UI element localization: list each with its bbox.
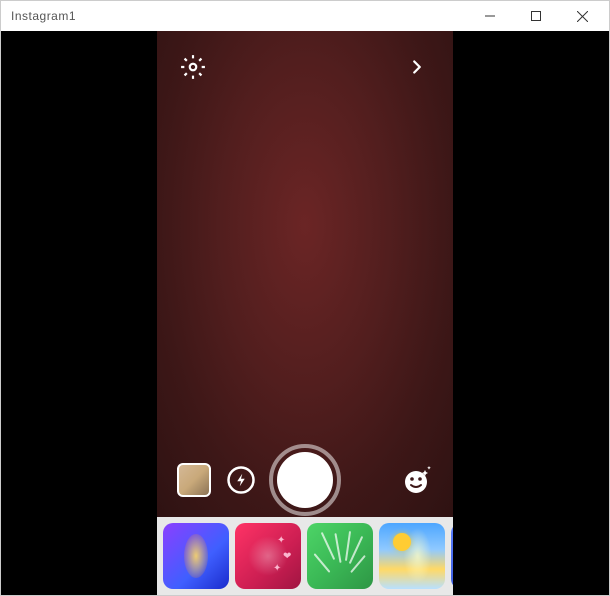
content-area: ✦ ❤ ✦ xyxy=(1,31,609,595)
filter-tropical-leaves[interactable] xyxy=(307,523,373,589)
bottom-controls xyxy=(157,463,453,497)
filter-sunny-beam[interactable] xyxy=(379,523,445,589)
gallery-button[interactable] xyxy=(177,463,211,497)
titlebar: Instagram1 xyxy=(1,1,609,31)
camera-viewfinder[interactable] xyxy=(157,31,453,517)
flash-button[interactable] xyxy=(225,464,257,496)
left-controls-group xyxy=(177,463,257,497)
forward-button[interactable] xyxy=(401,51,433,83)
capture-inner xyxy=(277,452,333,508)
window-title: Instagram1 xyxy=(11,9,467,23)
minimize-button[interactable] xyxy=(467,1,513,31)
capture-button[interactable] xyxy=(269,444,341,516)
face-effects-button[interactable] xyxy=(399,463,433,497)
filter-pink-hearts[interactable]: ✦ ❤ ✦ xyxy=(235,523,301,589)
filter-blue-swirl[interactable] xyxy=(451,523,453,589)
top-controls xyxy=(157,51,453,83)
filter-purple-glow[interactable] xyxy=(163,523,229,589)
close-button[interactable] xyxy=(559,1,605,31)
filter-strip[interactable]: ✦ ❤ ✦ xyxy=(157,517,453,595)
maximize-button[interactable] xyxy=(513,1,559,31)
app-window: Instagram1 xyxy=(0,0,610,596)
story-camera-frame: ✦ ❤ ✦ xyxy=(157,31,453,595)
settings-button[interactable] xyxy=(177,51,209,83)
